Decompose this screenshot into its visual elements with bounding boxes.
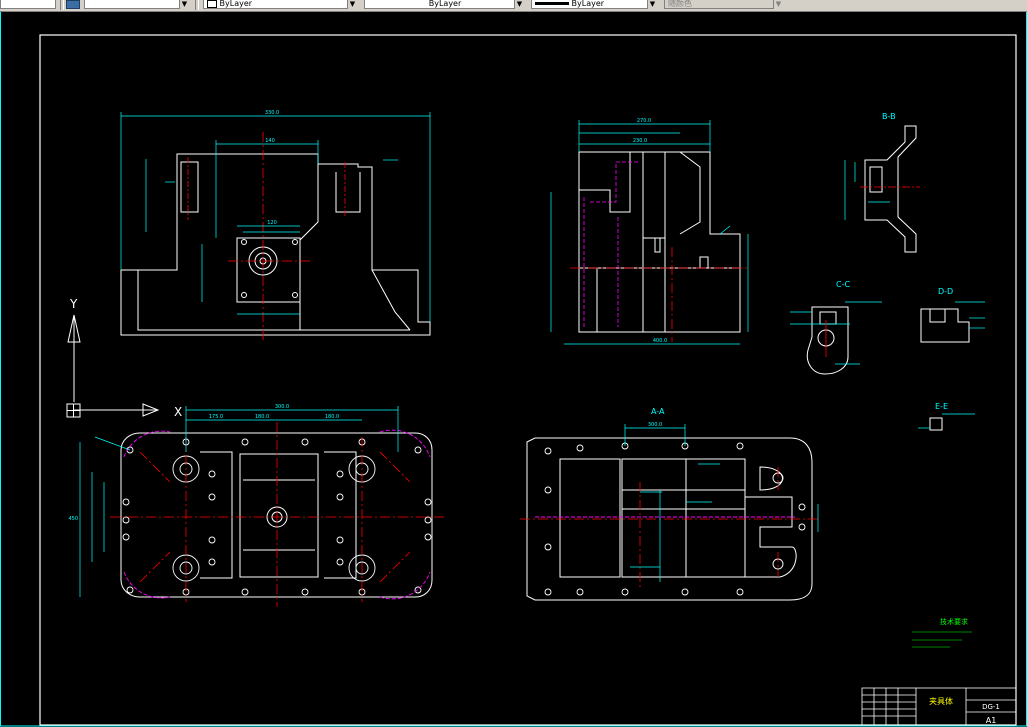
section-bb: [864, 125, 917, 253]
section-aa-dimensions: [624, 424, 819, 582]
section-label-cc: C-C: [836, 280, 850, 289]
lineweight-dropdown[interactable]: ByLayer: [531, 0, 656, 9]
toolbar-separator: [60, 0, 64, 10]
section-ee: [929, 417, 943, 431]
title-drawing-number: DG-1: [982, 703, 1000, 711]
properties-toolbar: ▼ ByLayer ▼ ByLayer ▼ ByLayer ▼ 随颜色 ▼: [0, 0, 1027, 12]
tech-notes-lines: [912, 631, 972, 648]
plotstyle-dropdown[interactable]: 随颜色: [664, 0, 782, 9]
chevron-down-icon[interactable]: ▼: [179, 0, 189, 9]
chevron-down-icon[interactable]: ▼: [347, 0, 357, 9]
chevron-down-icon[interactable]: ▼: [773, 0, 783, 9]
chevron-down-icon[interactable]: ▼: [514, 0, 524, 9]
section-dd: [920, 308, 970, 343]
dim-side-bottom: 400.0: [653, 338, 667, 344]
section-label-dd: D-D: [938, 287, 953, 296]
title-part-name: 夹具体: [929, 696, 953, 706]
dim-plan-height: 450: [68, 516, 78, 522]
section-label-bb: B-B: [882, 112, 896, 121]
section-bb-dimensions: [844, 160, 890, 220]
lineweight-value: ByLayer: [571, 0, 605, 8]
chevron-down-icon[interactable]: ▼: [647, 0, 657, 9]
layer-control-tail[interactable]: [0, 0, 56, 9]
plan-view-centerlines: [110, 422, 445, 607]
layer-dropdown[interactable]: [84, 0, 188, 9]
front-view: [120, 153, 431, 336]
tech-notes-title: 技术要求: [940, 617, 968, 626]
dim-plan-part2: 180.0: [255, 414, 269, 420]
dim-section-width: 300.0: [648, 422, 662, 428]
section-label-aa: A-A: [651, 407, 665, 416]
side-view-hidden: [583, 161, 640, 327]
dim-front-width: 330.0: [265, 110, 279, 116]
section-ee-dimensions: [918, 413, 975, 429]
ucs-x-label: X: [174, 405, 182, 419]
dim-side-width: 270.0: [637, 118, 651, 124]
dim-side-inner: 230.0: [633, 138, 647, 144]
drawing-frame: [39, 34, 1017, 726]
side-view: [578, 151, 741, 333]
section-label-ee: E-E: [935, 402, 948, 411]
dim-front-small: 120: [267, 220, 277, 226]
linetype-dropdown[interactable]: ByLayer: [364, 0, 523, 9]
ucs-y-label: Y: [69, 297, 78, 311]
dim-front-inner: 140: [265, 138, 275, 144]
section-dd-dimensions: [955, 301, 985, 329]
side-view-dimensions: [550, 120, 749, 345]
title-sheet-size: A1: [986, 716, 997, 725]
color-value: ByLayer: [219, 0, 253, 8]
color-dropdown[interactable]: ByLayer: [203, 0, 356, 9]
dim-plan-part3: 180.0: [325, 414, 339, 420]
section-cc-dimensions: [790, 301, 882, 365]
dim-plan-part1: 175.0: [209, 414, 223, 420]
drawing-canvas[interactable]: 330.0 140 120 270.0 230.0 400.0 B-B C-C …: [0, 12, 1027, 727]
lineweight-sample: [535, 2, 569, 5]
dim-plan-width: 300.0: [275, 404, 289, 410]
toolbar-separator: [195, 0, 199, 10]
color-swatch: [207, 0, 217, 8]
plan-view-dimensions: [79, 406, 399, 597]
sheet-outer-border: [0, 12, 1027, 727]
layer-manager-icon[interactable]: [66, 0, 80, 9]
